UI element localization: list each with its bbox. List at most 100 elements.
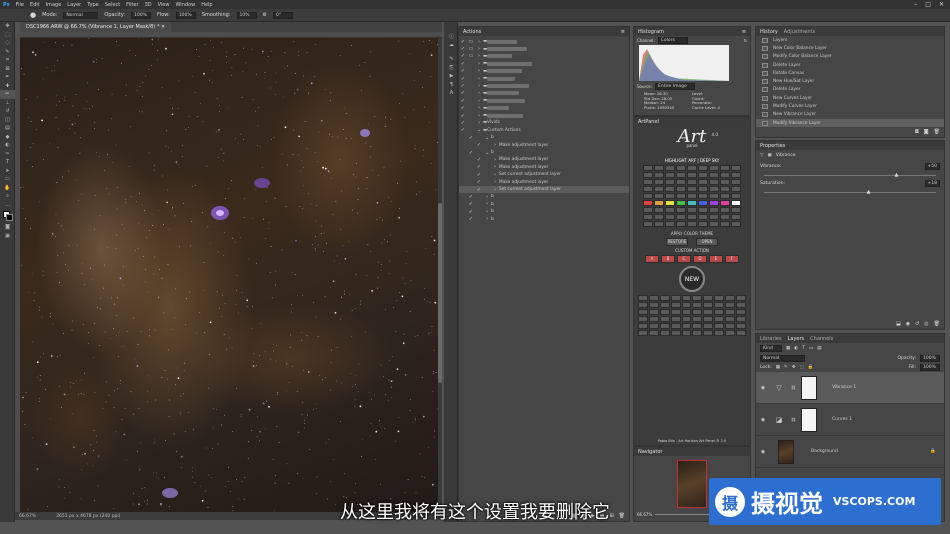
artpanel-action-button[interactable] (676, 172, 686, 178)
document-tab[interactable]: DSC1966.ARW @ 66.7% (Vibrance 1, Layer M… (20, 22, 172, 32)
artpanel-action-button[interactable] (731, 200, 741, 206)
artpanel-action-button[interactable] (665, 207, 675, 213)
artpanel-action-button[interactable] (654, 200, 664, 206)
artpanel-action-button[interactable] (676, 214, 686, 220)
artpanel-tool-button[interactable] (692, 295, 703, 301)
artpanel-tool-button[interactable] (670, 330, 681, 336)
dodge-tool-icon[interactable]: ◐ (0, 141, 15, 150)
artpanel-tool-button[interactable] (692, 316, 703, 322)
artpanel-tool-button[interactable] (648, 323, 659, 329)
artpanel-tool-button[interactable] (703, 323, 714, 329)
artpanel-tool-button[interactable] (725, 309, 736, 315)
properties-title[interactable]: Properties (760, 143, 785, 149)
action-step[interactable]: ✓ › Make adjustment layer (459, 178, 629, 185)
layer-mask-thumb[interactable] (801, 375, 818, 400)
blur-tool-icon[interactable]: ◆ (0, 133, 15, 142)
artpanel-action-button[interactable] (654, 214, 664, 220)
stamp-tool-icon[interactable]: ⊥ (0, 99, 15, 108)
filter-type-icon[interactable]: T (802, 346, 805, 351)
menu-filter[interactable]: Filter (123, 2, 141, 8)
artpanel-tool-button[interactable] (648, 302, 659, 308)
artpanel-tool-button[interactable] (714, 295, 725, 301)
artpanel-action-button[interactable] (687, 207, 697, 213)
visibility-eye-icon[interactable]: ◉ (759, 449, 767, 455)
artpanel-action-button[interactable] (643, 172, 653, 178)
artpanel-tool-button[interactable] (659, 302, 670, 308)
type-tool-icon[interactable]: T (0, 158, 15, 167)
artpanel-action-button[interactable] (654, 165, 664, 171)
reset-icon[interactable]: ↺ (915, 321, 919, 327)
artpanel-action-button[interactable] (687, 221, 697, 227)
custom-f-button[interactable]: F (725, 255, 739, 263)
info-icon[interactable]: ⓘ (444, 32, 459, 41)
artpanel-action-button[interactable] (676, 186, 686, 192)
artpanel-action-button[interactable] (665, 172, 675, 178)
artpanel-action-button[interactable] (654, 172, 664, 178)
artpanel-tool-button[interactable] (692, 323, 703, 329)
angle-field[interactable]: 0° (273, 11, 294, 19)
history-item[interactable]: New Vibrance Layer (756, 111, 944, 119)
mask-icon[interactable]: ▣ (767, 153, 771, 158)
artpanel-action-button[interactable] (643, 165, 653, 171)
artpanel-action-button[interactable] (643, 193, 653, 199)
move-tool-icon[interactable]: ✥ (0, 22, 15, 31)
artpanel-tool-button[interactable] (638, 309, 648, 315)
history-item[interactable]: Rotate Canvas (756, 69, 944, 77)
canvas-milky-way-image[interactable] (20, 38, 438, 512)
history-item[interactable]: Modify Curves Layer (756, 102, 944, 110)
layer-row-background[interactable]: ◉ Background 🔒 (756, 436, 944, 468)
saturation-value[interactable]: +18 (924, 180, 940, 187)
artpanel-action-button[interactable] (698, 207, 708, 213)
history-item[interactable]: Delete Layer (756, 61, 944, 69)
artpanel-action-button[interactable] (687, 165, 697, 171)
artpanel-action-button[interactable] (731, 221, 741, 227)
action-blurred-row[interactable]: ✓ › ▬ (459, 105, 629, 112)
lock-pixels-icon[interactable]: ▦ (776, 365, 780, 370)
action-set-vivids[interactable]: ✓ › ▬ Vivids (459, 119, 629, 126)
artpanel-tool-button[interactable] (703, 330, 714, 336)
artpanel-tool-button[interactable] (736, 309, 746, 315)
layer-mask-thumb[interactable] (801, 407, 818, 432)
artpanel-action-button[interactable] (731, 193, 741, 199)
action-blurred-row[interactable]: ✓ ▭ › ▬ (459, 45, 629, 52)
artpanel-action-button[interactable] (720, 172, 730, 178)
custom-a-button[interactable]: A (645, 255, 659, 263)
gradient-tool-icon[interactable]: ▤ (0, 124, 15, 133)
artpanel-action-button[interactable] (709, 172, 719, 178)
artpanel-tool-button[interactable] (638, 295, 648, 301)
action-blurred-row[interactable]: ✓ › ▬ (459, 60, 629, 67)
brush-tool-icon[interactable]: ✏ (0, 90, 15, 99)
action-blurred-row[interactable]: ✓ › ▬ (459, 75, 629, 82)
artpanel-tool-button[interactable] (725, 330, 736, 336)
trash-icon[interactable]: 🗑 (934, 129, 940, 135)
action-item[interactable]: ✓ › b (459, 208, 629, 215)
menu-file[interactable]: File (13, 2, 27, 8)
artpanel-action-button[interactable] (731, 186, 741, 192)
action-step[interactable]: ✓ › Make adjustment layer (459, 141, 629, 148)
action-blurred-row[interactable]: ✓ › ▬ (459, 112, 629, 119)
zoom-tool-icon[interactable]: ⌕ (0, 192, 15, 201)
artpanel-tool-button[interactable] (692, 309, 703, 315)
artpanel-action-button[interactable] (643, 200, 653, 206)
canvas-scrollbar[interactable] (438, 38, 442, 512)
artpanel-tool-button[interactable] (681, 316, 692, 322)
artpanel-action-button[interactable] (643, 214, 653, 220)
artpanel-tool-button[interactable] (725, 316, 736, 322)
artpanel-tool-button[interactable] (681, 302, 692, 308)
action-blurred-row[interactable]: ✓ › ▬ (459, 68, 629, 75)
action-blurred-row[interactable]: ✓ › ▬ (459, 97, 629, 104)
artpanel-action-button[interactable] (665, 200, 675, 206)
artpanel-action-button[interactable] (720, 214, 730, 220)
action-item[interactable]: ✓ › b (459, 215, 629, 222)
artpanel-tool-button[interactable] (692, 330, 703, 336)
action-step[interactable]: ✓ › Set current adjustment layer (459, 171, 629, 178)
mode-select[interactable]: Normal (63, 11, 99, 19)
artpanel-action-button[interactable] (709, 165, 719, 171)
artpanel-tool-button[interactable] (714, 302, 725, 308)
action-blurred-row[interactable]: ✓ › ▬ (459, 82, 629, 89)
clone-source-icon[interactable]: ⎘ (444, 64, 459, 73)
artpanel-action-button[interactable] (709, 186, 719, 192)
artpanel-action-button[interactable] (687, 200, 697, 206)
artpanel-tool-button[interactable] (648, 309, 659, 315)
action-item[interactable]: ✓ ⌄ b (459, 149, 629, 156)
